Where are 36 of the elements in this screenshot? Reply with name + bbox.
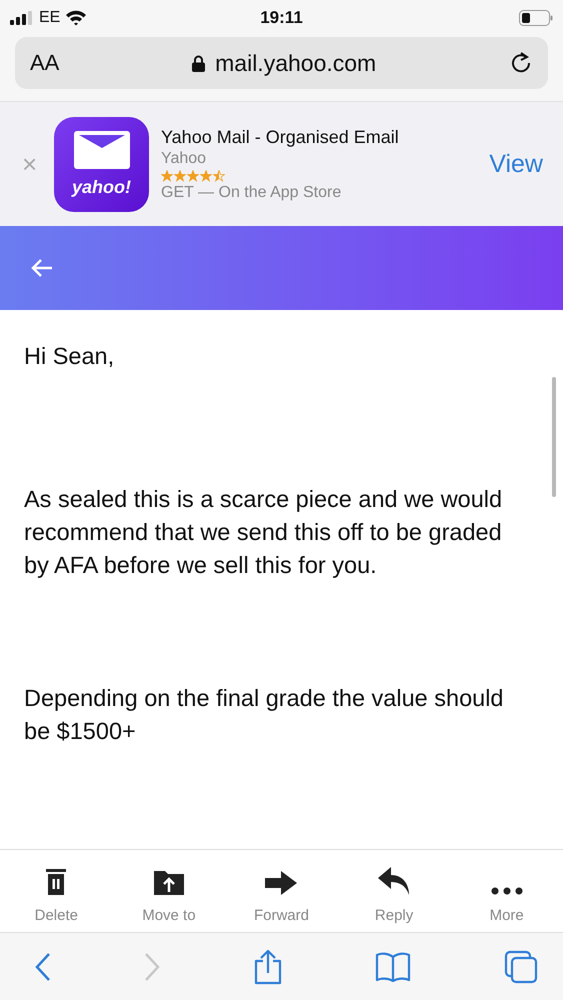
- status-time: 19:11: [260, 8, 303, 28]
- email-paragraph: As sealed this is a scarce piece and we would recommend that we send this off to be graded by AFA before we sell this for you.: [24, 485, 504, 580]
- scrollbar[interactable]: [552, 377, 556, 497]
- reply-icon: [378, 867, 410, 895]
- trash-icon: [46, 869, 66, 895]
- signal-icon: [10, 10, 34, 24]
- app-developer: Yahoo: [161, 150, 208, 168]
- close-button[interactable]: ×: [22, 148, 54, 180]
- tabs-button[interactable]: [504, 950, 538, 984]
- right-arrow-icon: [265, 871, 298, 895]
- app-store-note: GET — On the App Store: [161, 184, 342, 202]
- share-button[interactable]: [252, 948, 282, 984]
- back-button[interactable]: [35, 952, 51, 982]
- folder-icon: [154, 871, 184, 895]
- action-button[interactable]: More: [450, 850, 563, 932]
- email-paragraph: Hi Sean,: [24, 342, 116, 371]
- app-logo-text: yahoo!: [72, 176, 131, 198]
- text-size-button[interactable]: AA: [30, 50, 60, 76]
- view-button[interactable]: View: [489, 150, 543, 178]
- action-button[interactable]: Forward: [225, 850, 338, 932]
- wifi-icon: [65, 10, 88, 26]
- action-button[interactable]: Delete: [0, 850, 113, 932]
- envelope-icon: [74, 130, 130, 168]
- more-icon: [490, 887, 523, 895]
- reload-icon[interactable]: [509, 51, 533, 75]
- bookmarks-button[interactable]: [375, 952, 412, 982]
- email-paragraph: Depending on the final grade the value should be $1500+: [24, 684, 505, 746]
- url-text: mail.yahoo.com: [215, 50, 376, 76]
- lock-icon: [192, 54, 206, 72]
- action-button[interactable]: Reply: [338, 850, 450, 932]
- action-button[interactable]: Move to: [112, 850, 226, 932]
- battery-icon: [519, 10, 553, 26]
- address-bar[interactable]: AA mail.yahoo.com: [15, 37, 548, 89]
- app-title: Yahoo Mail - Organised Email: [161, 126, 400, 148]
- back-arrow-icon[interactable]: [30, 258, 54, 278]
- carrier-name: EE: [39, 8, 60, 26]
